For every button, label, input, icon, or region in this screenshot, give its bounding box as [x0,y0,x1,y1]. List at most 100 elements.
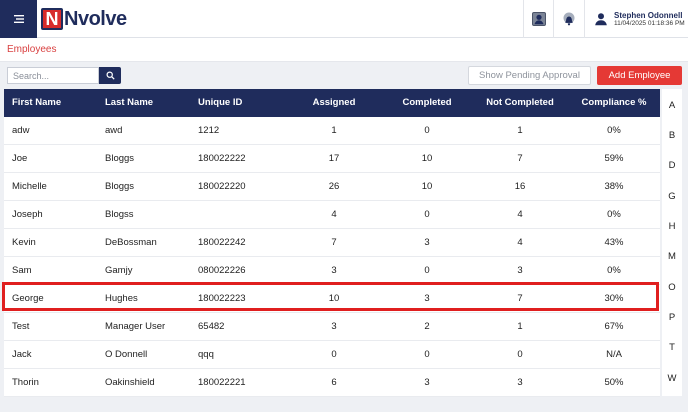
cell-completed: 0 [424,265,430,276]
table-row[interactable]: adw awd 1212 1 0 1 0% [4,117,660,145]
cell-not-completed: 4 [517,209,523,220]
column-header-completed[interactable]: Completed [387,89,467,117]
cell-compliance: 59% [604,153,624,164]
cell-first-name: Kevin [12,237,36,248]
breadcrumb-employees[interactable]: Employees [7,44,56,55]
column-header-assigned[interactable]: Assigned [294,89,374,117]
cell-first-name: Michelle [12,181,47,192]
table-row[interactable]: Michelle Bloggs 180022220 26 10 16 38% [4,173,660,201]
cell-not-completed: 3 [517,377,523,388]
cell-completed: 0 [424,125,430,136]
cell-unique-id: 180022222 [198,153,246,164]
cell-not-completed: 1 [517,321,523,332]
alphabet-letter-o[interactable]: O [662,282,682,293]
cell-unique-id: 080022226 [198,265,246,276]
cell-last-name: Oakinshield [105,377,155,388]
cell-assigned: 10 [328,293,340,304]
employees-table: First Name Last Name Unique ID Assigned … [4,89,660,397]
table-row[interactable]: Joe Bloggs 180022222 17 10 7 59% [4,145,660,173]
cell-last-name: Manager User [105,321,166,332]
user-name: Stephen Odonnell [614,10,683,20]
alphabet-letter-t[interactable]: T [662,342,682,353]
cell-last-name: Blogss [105,209,134,220]
profile-card-button[interactable] [523,0,553,38]
cell-compliance: 0% [607,265,621,276]
alphabet-letter-h[interactable]: H [662,221,682,232]
cell-assigned: 0 [331,349,337,360]
cell-completed: 3 [424,237,430,248]
cell-not-completed: 7 [517,153,523,164]
cell-completed: 3 [424,293,430,304]
column-header-last-name[interactable]: Last Name [105,89,153,117]
cell-assigned: 3 [331,265,337,276]
menu-button[interactable] [0,0,37,38]
cell-unique-id: 1212 [198,125,220,136]
alphabet-letter-a[interactable]: A [662,100,682,111]
cell-first-name: Thorin [12,377,39,388]
alphabet-letter-d[interactable]: D [662,160,682,171]
cell-assigned: 26 [328,181,340,192]
cell-not-completed: 0 [517,349,523,360]
cell-not-completed: 7 [517,293,523,304]
cell-compliance: 38% [604,181,624,192]
alphabet-letter-w[interactable]: W [662,373,682,384]
cell-completed: 0 [424,209,430,220]
cell-assigned: 1 [331,125,337,136]
cell-completed: 2 [424,321,430,332]
cell-completed: 3 [424,377,430,388]
bell-icon [563,12,574,26]
table-row[interactable]: Jack O Donnell qqq 0 0 0 N/A [4,341,660,369]
cell-compliance: 43% [604,237,624,248]
alphabet-letter-b[interactable]: B [662,130,682,141]
alphabet-index: A B D G H M O P T W [662,89,682,396]
menu-icon [13,15,24,23]
table-header: First Name Last Name Unique ID Assigned … [4,89,660,117]
cell-unique-id: 180022223 [198,293,246,304]
cell-not-completed: 3 [517,265,523,276]
notifications-button[interactable] [553,0,583,38]
cell-first-name: Sam [12,265,32,276]
login-timestamp: 11/04/2025 01:18:36 PM [614,19,685,27]
table-row[interactable]: Thorin Oakinshield 180022221 6 3 3 50% [4,369,660,397]
cell-first-name: Joseph [12,209,43,220]
brand-logo[interactable]: N Nvolve [41,7,127,31]
add-employee-button[interactable]: Add Employee [597,66,682,85]
cell-last-name: Bloggs [105,153,135,164]
user-info: Stephen Odonnell 11/04/2025 01:18:36 PM [614,11,685,28]
table-row[interactable]: Joseph Blogss 4 0 4 0% [4,201,660,229]
cell-unique-id: 180022220 [198,181,246,192]
cell-unique-id: qqq [198,349,214,360]
cell-compliance: 50% [604,377,624,388]
cell-assigned: 7 [331,237,337,248]
cell-unique-id: 65482 [198,321,225,332]
cell-last-name: Gamjy [105,265,133,276]
table-row[interactable]: Sam Gamjy 080022226 3 0 3 0% [4,257,660,285]
column-header-unique-id[interactable]: Unique ID [198,89,242,117]
show-pending-approval-button[interactable]: Show Pending Approval [468,66,591,85]
cell-not-completed: 4 [517,237,523,248]
top-bar: N Nvolve Stephen Odonnell 11/04/2025 01:… [0,0,688,38]
cell-not-completed: 16 [514,181,526,192]
cell-last-name: awd [105,125,123,136]
search-icon [106,71,115,80]
user-menu[interactable]: Stephen Odonnell 11/04/2025 01:18:36 PM [584,0,688,38]
table-row-highlighted[interactable]: George Hughes 180022223 10 3 7 30% [4,285,660,313]
alphabet-letter-p[interactable]: P [662,312,682,323]
search-button[interactable] [99,67,121,84]
column-header-first-name[interactable]: First Name [12,89,61,117]
cell-completed: 0 [424,349,430,360]
search-input[interactable] [7,67,99,84]
cell-completed: 10 [421,153,433,164]
cell-assigned: 3 [331,321,337,332]
cell-assigned: 4 [331,209,337,220]
cell-assigned: 17 [328,153,340,164]
cell-first-name: Jack [12,349,32,360]
column-header-compliance[interactable]: Compliance % [574,89,654,117]
table-row[interactable]: Kevin DeBossman 180022242 7 3 4 43% [4,229,660,257]
cell-unique-id: 180022221 [198,377,246,388]
column-header-not-completed[interactable]: Not Completed [480,89,560,117]
alphabet-letter-m[interactable]: M [662,251,682,262]
table-row[interactable]: Test Manager User 65482 3 2 1 67% [4,313,660,341]
alphabet-letter-g[interactable]: G [662,191,682,202]
cell-last-name: Hughes [105,293,138,304]
